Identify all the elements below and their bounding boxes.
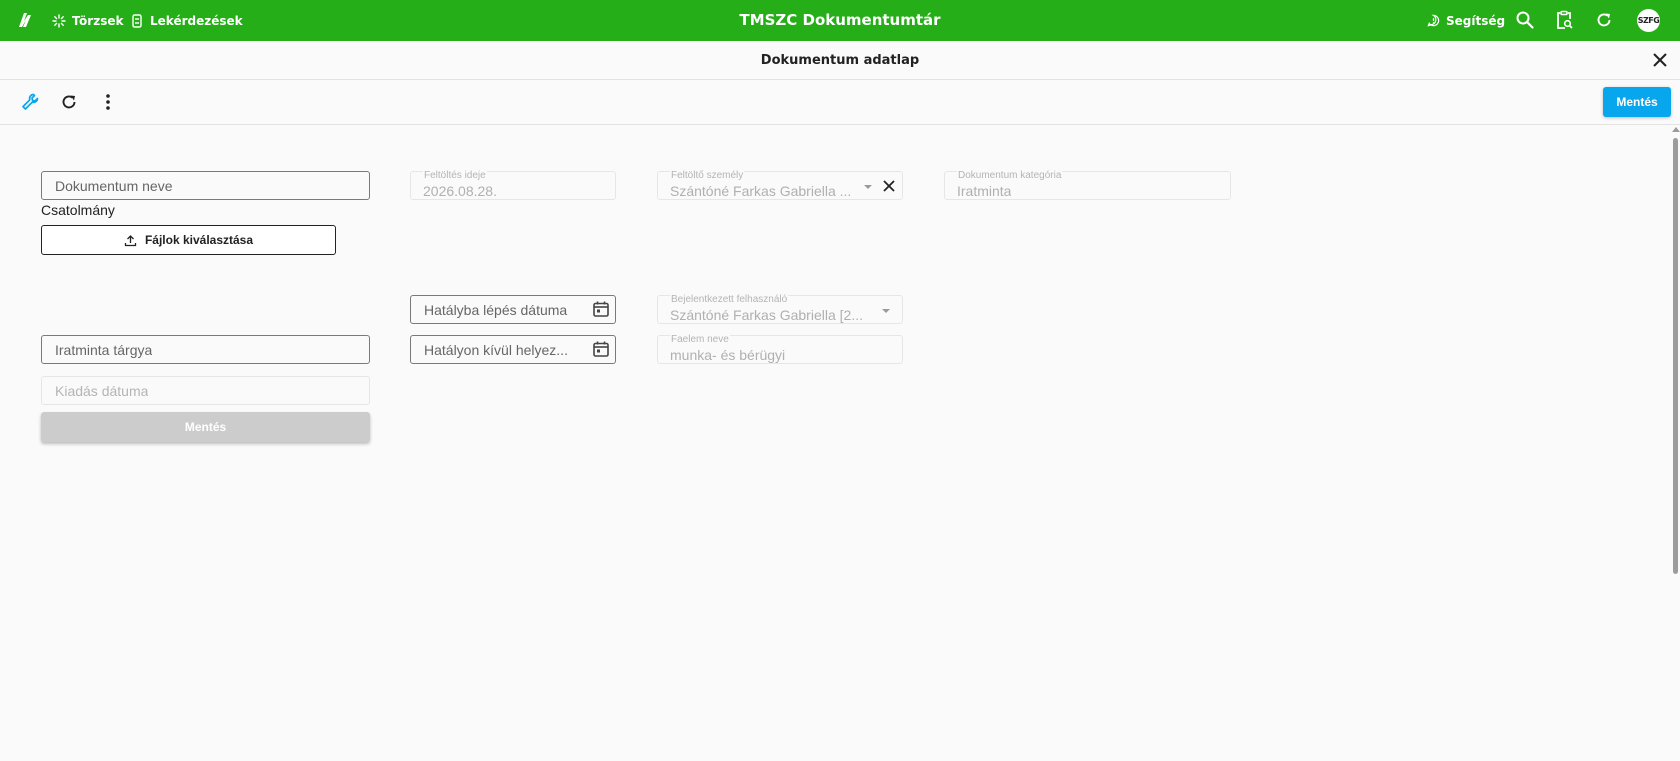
calendar-icon[interactable] [592, 300, 610, 318]
subject-input[interactable]: Iratminta tárgya [41, 335, 370, 364]
category-field: Dokumentum kategória Iratminta [944, 170, 1231, 200]
clear-icon[interactable] [881, 178, 897, 194]
upload-time-label: Feltöltés ideje [423, 170, 487, 181]
faelem-value: munka- és bérügyi [670, 347, 786, 363]
select-files-label: Fájlok kiválasztása [144, 233, 254, 247]
document-name-input[interactable]: Dokumentum neve [41, 171, 370, 200]
search-icon[interactable] [1515, 10, 1535, 30]
nav-lekerdezesek[interactable]: Lekérdezések [130, 0, 243, 41]
avatar[interactable]: SZFG [1637, 9, 1660, 32]
upload-time-field: Feltöltés ideje 2026.08.28. [410, 170, 616, 200]
help-button[interactable]: Segítség [1427, 0, 1505, 41]
dialog-header: Dokumentum adatlap [0, 41, 1680, 80]
document-name-placeholder: Dokumentum neve [55, 178, 173, 194]
help-icon [1427, 14, 1440, 27]
top-bar: Törzsek Lekérdezések TMSZC Dokumentumtár… [0, 0, 1680, 41]
cog-spark-icon [52, 13, 66, 28]
app-logo-icon[interactable] [16, 10, 36, 30]
uploader-label: Feltöltő személy [670, 170, 745, 181]
nav-label: Lekérdezések [150, 13, 243, 28]
effective-date-input[interactable]: Hatályba lépés dátuma [410, 295, 616, 324]
help-label: Segítség [1446, 13, 1506, 28]
clipboard-search-icon[interactable] [1554, 10, 1574, 30]
effective-date-placeholder: Hatályba lépés dátuma [424, 302, 568, 318]
faelem-field: Faelem neve munka- és bérügyi [657, 334, 903, 364]
uploader-value: Szántóné Farkas Gabriella ... [670, 183, 852, 199]
query-icon [132, 13, 142, 28]
dropdown-arrow-icon [864, 185, 872, 189]
issue-date-input[interactable]: Kiadás dátuma [41, 376, 370, 405]
close-icon[interactable] [1651, 51, 1669, 69]
calendar-icon[interactable] [592, 340, 610, 358]
more-vert-icon[interactable] [98, 92, 118, 112]
upload-icon [124, 234, 137, 246]
toolbar: Mentés [0, 80, 1680, 125]
select-files-button[interactable]: Fájlok kiválasztása [41, 225, 336, 255]
nav-label: Törzsek [72, 13, 124, 28]
nav-torzsek[interactable]: Törzsek [52, 0, 123, 41]
attachment-label: Csatolmány [41, 202, 115, 218]
logged-user-value: Szántóné Farkas Gabriella [2... [670, 307, 863, 323]
category-value: Iratminta [957, 183, 1012, 199]
faelem-label: Faelem neve [670, 334, 730, 345]
scroll-up-arrow-icon[interactable] [1672, 127, 1680, 132]
logged-user-label: Bejelentkezett felhasználó [670, 294, 789, 305]
upload-time-value: 2026.08.28. [423, 183, 497, 199]
form-save-button: Mentés [41, 412, 370, 442]
refresh-icon[interactable] [1594, 10, 1614, 30]
reload-icon[interactable] [59, 92, 79, 112]
save-button[interactable]: Mentés [1603, 87, 1671, 117]
dropdown-arrow-icon [882, 309, 890, 313]
wrench-icon[interactable] [20, 92, 40, 112]
dialog-title: Dokumentum adatlap [760, 53, 920, 68]
uploader-select: Feltöltő személy Szántóné Farkas Gabriel… [657, 170, 903, 200]
scrollbar-thumb[interactable] [1673, 138, 1678, 574]
category-label: Dokumentum kategória [957, 170, 1063, 181]
subject-placeholder: Iratminta tárgya [55, 342, 153, 358]
revoke-date-placeholder: Hatályon kívül helyez... [424, 342, 568, 358]
issue-date-placeholder: Kiadás dátuma [55, 383, 149, 399]
revoke-date-input[interactable]: Hatályon kívül helyez... [410, 335, 616, 364]
logged-user-select: Bejelentkezett felhasználó Szántóné Fark… [657, 294, 903, 324]
